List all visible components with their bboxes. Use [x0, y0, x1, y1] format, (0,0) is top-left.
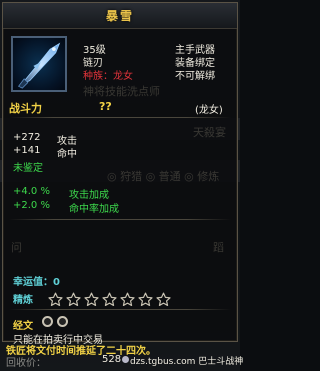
- star-empty-icon: [48, 292, 63, 307]
- unidentified-label: 未鉴定: [13, 163, 43, 174]
- background-mode-options: ◎ 狩猎 ◎ 普通 ◎ 修炼: [107, 170, 220, 183]
- combat-power-value: ??: [99, 100, 112, 113]
- stat-accuracy-value: +141: [13, 145, 41, 156]
- background-left-glyph: 问: [11, 241, 22, 254]
- race-tag: (龙女): [195, 105, 223, 116]
- star-empty-icon: [120, 292, 135, 307]
- divider: [9, 219, 231, 220]
- bonus-attack-value: +4.0 %: [13, 186, 50, 197]
- coin-icon: [122, 356, 129, 363]
- stat-attack-value: +272: [13, 132, 41, 143]
- background-tab-label: 天殺宴: [193, 126, 226, 139]
- luck-label: 幸运值：0: [13, 277, 60, 288]
- inscription-label: 经文: [13, 321, 33, 332]
- bonus-accuracy-name: 命中率加成: [69, 204, 119, 215]
- item-name: 暴雪: [105, 9, 134, 23]
- bonus-accuracy-value: +2.0 %: [13, 200, 50, 211]
- divider: [9, 117, 231, 118]
- chain-blade-icon: [11, 36, 67, 92]
- recycle-price-label: 回收价：: [6, 358, 46, 369]
- inscription-slot-empty[interactable]: [42, 316, 53, 327]
- star-empty-icon: [84, 292, 99, 307]
- refine-label: 精炼: [13, 295, 33, 306]
- star-empty-icon: [156, 292, 171, 307]
- tooltip-title-bar: 暴雪: [3, 3, 237, 29]
- refine-stars: [48, 292, 171, 307]
- star-empty-icon: [138, 292, 153, 307]
- background-npc-label: 神将技能洗点师: [83, 85, 160, 98]
- unbind-status: 不可解绑: [175, 71, 215, 82]
- bonus-attack-name: 攻击加成: [69, 190, 109, 201]
- recycle-price-value: 528: [102, 354, 122, 365]
- star-empty-icon: [66, 292, 81, 307]
- star-empty-icon: [102, 292, 117, 307]
- race-requirement: 种族：龙女: [83, 71, 133, 82]
- site-watermark: dzs.tgbus.com 巴士斗战神: [130, 357, 244, 367]
- inscription-slot-empty[interactable]: [57, 316, 68, 327]
- item-tooltip: 暴雪 35级 链刃 种族：龙女 主手武器 装备绑定 不可解绑 神将技能洗点师 战…: [2, 2, 238, 346]
- stat-accuracy-name: 命中: [57, 149, 77, 160]
- divider: [9, 309, 231, 310]
- background-right-glyph: 蹈: [213, 241, 224, 254]
- footer-bar: 回收价： 528 dzs.tgbus.com 巴士斗战神: [0, 346, 244, 371]
- inscription-slots: [42, 316, 68, 327]
- combat-power-label: 战斗力: [9, 102, 42, 115]
